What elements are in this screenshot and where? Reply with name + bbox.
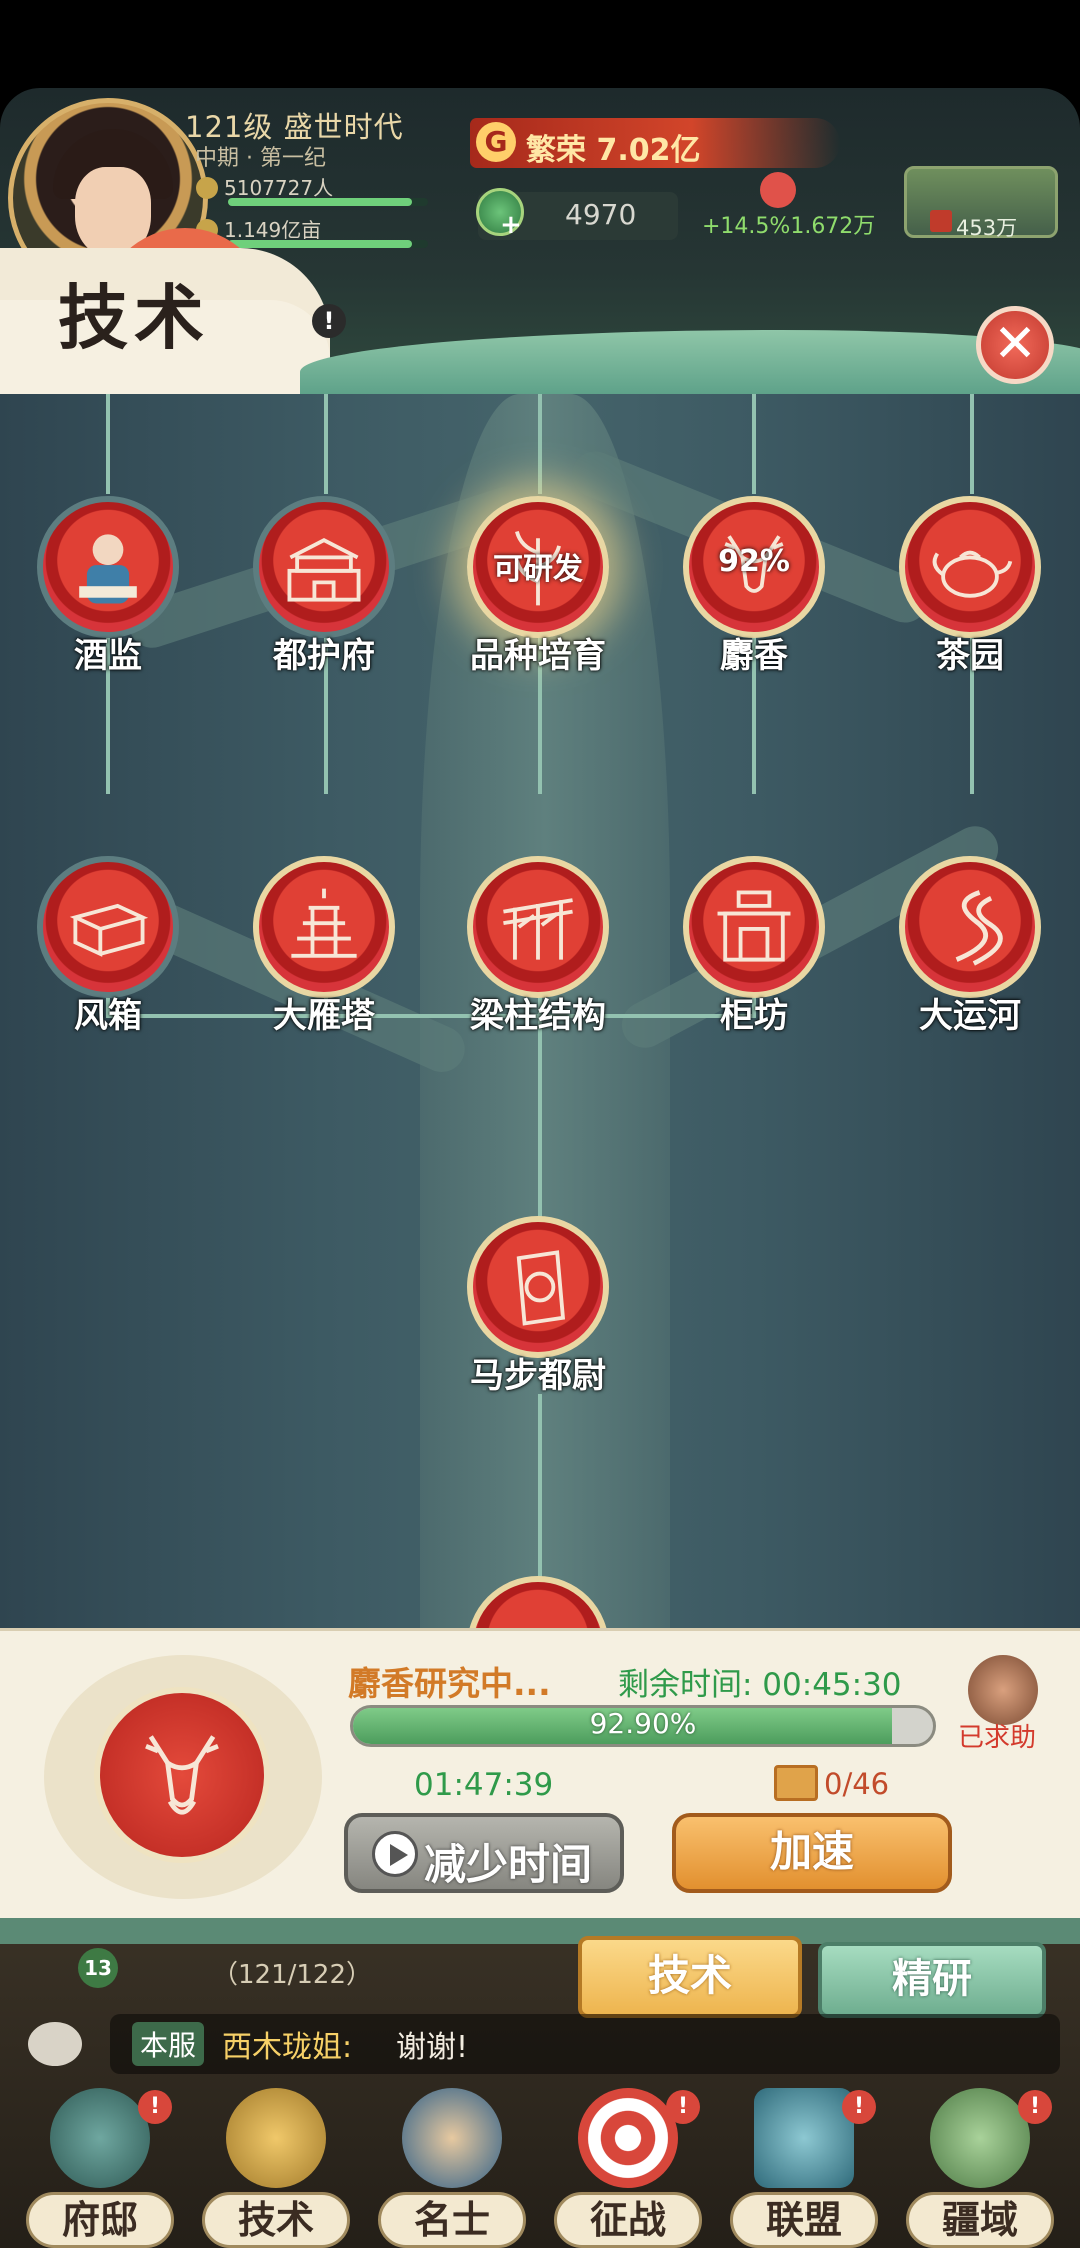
tab-tech[interactable]: 技术: [578, 1936, 802, 2018]
beam-icon: [467, 856, 609, 998]
nav-label: 技术: [202, 2192, 350, 2248]
mountain-icon: [930, 2088, 1030, 2188]
progress-overlay: 92%: [718, 544, 790, 579]
nav-territory[interactable]: ! 疆域: [900, 2084, 1060, 2248]
coin-plus-icon[interactable]: +: [500, 210, 522, 240]
population-icon: [196, 177, 218, 199]
ticket-count: 0/46: [824, 1767, 890, 1801]
target-icon: [578, 2088, 678, 2188]
research-name: 麝香研究中...: [348, 1664, 551, 1703]
prosperity-banner[interactable]: G 繁荣 7.02亿: [470, 118, 840, 168]
available-overlay: 可研发: [493, 552, 583, 587]
token-icon: [467, 1216, 609, 1358]
wheat-icon: [226, 2088, 326, 2188]
notification-badge: !: [842, 2090, 876, 2124]
nav-tech[interactable]: 技术: [196, 2084, 356, 2248]
remaining-time: 剩余时间: 00:45:30: [618, 1667, 902, 1703]
scholar-icon: [37, 496, 179, 638]
tech-label: 酒监: [74, 636, 142, 676]
population-bar: [228, 198, 428, 206]
help-status: 已求助: [958, 1723, 1037, 1753]
bottom-bar: 13 （121/122） 技术 精研 本服 西木珑姐: 谢谢! ! 府邸 技术 …: [0, 1918, 1080, 2248]
bottom-band: [0, 1918, 1080, 1944]
status-strip: [0, 0, 1080, 88]
rate-alert-icon[interactable]: [760, 172, 796, 208]
reduce-time-label: 减少时间: [424, 1840, 593, 1889]
nav-label: 联盟: [730, 2192, 878, 2248]
connector-line: [538, 394, 542, 494]
territory-value: 453万: [956, 216, 1018, 240]
tech-tree[interactable]: 酒监 都护府 可研发 品种培育 92% 麝香 茶园 风箱 大雁塔 梁柱结构 柜坊…: [0, 394, 1080, 1628]
hill-decoration: [300, 330, 1080, 394]
tech-label: 大雁塔: [273, 996, 375, 1036]
progress-percent: 92.90%: [589, 1707, 697, 1740]
territory-badge-icon: [930, 210, 952, 232]
chat-icon[interactable]: [28, 2022, 82, 2066]
close-button[interactable]: ✕: [976, 306, 1054, 384]
connector-line: [106, 394, 110, 494]
tech-label: 麝香: [720, 636, 788, 676]
level-badge: 13: [78, 1948, 118, 1988]
bellows-icon: [37, 856, 179, 998]
tech-progress-count: （121/122）: [212, 1960, 373, 1990]
speed-up-button[interactable]: 加速: [672, 1813, 952, 1893]
tech-label: 品种培育: [470, 636, 606, 676]
tech-label: 马步都尉: [470, 1356, 606, 1396]
population-stat: 5107727人: [196, 172, 333, 201]
notification-badge: !: [666, 2090, 700, 2124]
nav-sages[interactable]: 名士: [372, 2084, 532, 2248]
tech-label: 茶园: [936, 636, 1004, 676]
nav-label: 府邸: [26, 2192, 174, 2248]
growth-rate: +14.5%1.672万: [702, 214, 876, 239]
tab-study[interactable]: 精研: [818, 1942, 1046, 2018]
nav-label: 名士: [378, 2192, 526, 2248]
chat-channel-badge: 本服: [132, 2022, 205, 2066]
tech-label: 风箱: [74, 996, 142, 1036]
shop-icon: [683, 856, 825, 998]
nav-alliance[interactable]: ! 联盟: [724, 2084, 884, 2248]
population-value: 5107727人: [224, 176, 334, 200]
header: 121级 盛世时代 中期 · 第一纪 5107727人 1.149亿亩 G 繁荣…: [0, 88, 1080, 394]
sage-icon: [402, 2088, 502, 2188]
canal-icon: [899, 856, 1041, 998]
mansion-icon: [50, 2088, 150, 2188]
gate-tower-icon: [253, 496, 395, 638]
tech-label: 柜坊: [720, 996, 788, 1036]
nav-label: 疆域: [906, 2192, 1054, 2248]
play-icon: [372, 1831, 418, 1877]
research-panel: 麝香研究中... 剩余时间: 00:45:30 92.90% 已求助 01:47…: [0, 1628, 1080, 1918]
era-subtitle: 中期 · 第一纪: [195, 146, 326, 171]
pagoda-icon: [253, 856, 395, 998]
nav-battle[interactable]: ! 征战: [548, 2084, 708, 2248]
tech-label: 大运河: [919, 996, 1021, 1036]
deer-icon[interactable]: [94, 1687, 270, 1863]
alert-icon[interactable]: !: [312, 304, 346, 338]
tech-label: 梁柱结构: [470, 996, 606, 1036]
nav-label: 征战: [554, 2192, 702, 2248]
helper-avatar[interactable]: [968, 1655, 1038, 1725]
tech-label: 都护府: [273, 636, 375, 676]
banner-icon: [754, 2088, 854, 2188]
speedup-ticket-icon: [774, 1765, 818, 1801]
prosperity-value: 繁荣 7.02亿: [526, 133, 701, 168]
notification-badge: !: [1018, 2090, 1052, 2124]
nav-mansion[interactable]: ! 府邸: [20, 2084, 180, 2248]
ad-timer: 01:47:39: [414, 1767, 554, 1803]
chat-message: 谢谢!: [396, 2030, 469, 2065]
connector-line: [970, 394, 974, 494]
connector-line: [752, 394, 756, 494]
coin-value: 4970: [565, 198, 637, 231]
prosperity-icon: G: [476, 122, 516, 162]
notification-badge: !: [138, 2090, 172, 2124]
land-value: 1.149亿亩: [224, 218, 322, 242]
connector-line: [324, 394, 328, 494]
land-bar: [228, 240, 428, 248]
reduce-time-button[interactable]: 减少时间: [344, 1813, 624, 1893]
page-title: 技术: [58, 276, 210, 359]
chat-sender: 西木珑姐:: [222, 2030, 353, 2065]
teapot-icon: [899, 496, 1041, 638]
